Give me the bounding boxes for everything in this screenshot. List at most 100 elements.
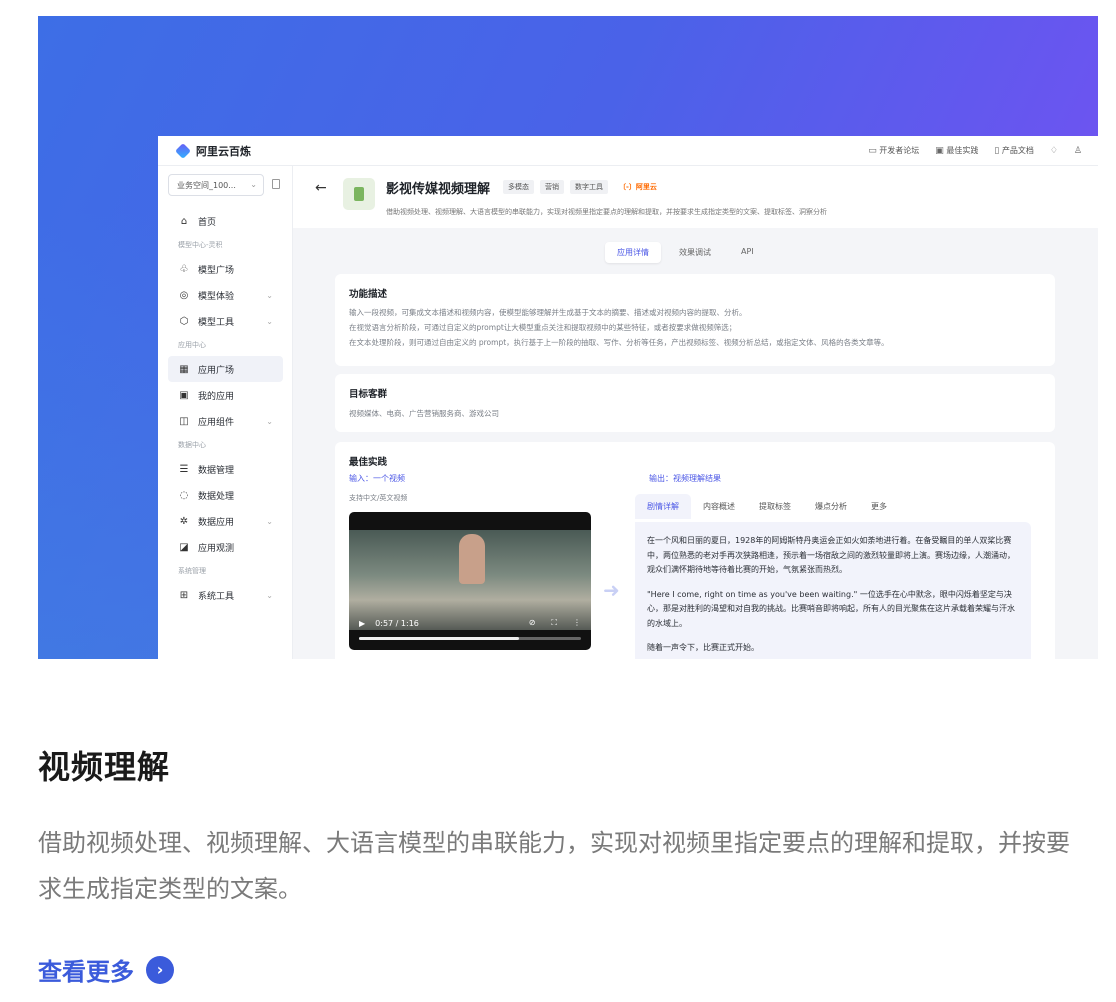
main-content: ← 影视传媒视频理解 多模态 营销 数字工具 〔-〕阿里云 借助视频处理、视频理…: [293, 166, 1098, 659]
tab-plot-detail[interactable]: 剧情详解: [635, 494, 691, 519]
tag: 数字工具: [570, 180, 608, 194]
sidebar-item-label: 系统工具: [198, 591, 235, 602]
sidebar-item-label: 模型广场: [198, 265, 235, 276]
app-tags: 多模态 营销 数字工具 〔-〕阿里云: [503, 180, 662, 194]
app-screenshot: 阿里云百炼 ▭ 开发者论坛 ▣ 最佳实践 ▯ 产品文档 ♢ ♙ 业务空间_100…: [158, 136, 1098, 659]
sidebar-item[interactable]: ♧ 模型广场: [168, 256, 283, 282]
sidebar-item[interactable]: ◪ 应用观测: [168, 534, 283, 560]
output-label: 输出：视频理解结果: [649, 474, 721, 483]
tag: 营销: [540, 180, 564, 194]
app-title: 影视传媒视频理解: [386, 182, 491, 197]
section-description: 借助视频处理、视频理解、大语言模型的串联能力，实现对视频里指定要点的理解和提取，…: [38, 829, 1070, 903]
chevron-down-icon: ⌄: [250, 180, 257, 189]
chevron-right-icon: ›: [146, 955, 174, 984]
chevron-down-icon: ⌄: [266, 316, 273, 326]
tab-summary[interactable]: 内容概述: [691, 494, 747, 519]
practice-link[interactable]: ▣ 最佳实践: [935, 145, 978, 156]
docs-link[interactable]: ▯ 产品文档: [994, 145, 1034, 156]
tab-tags[interactable]: 提取标签: [747, 494, 803, 519]
nav-group-label: 应用中心: [178, 341, 206, 349]
feature-line: 在文本处理阶段，则可通过自由定义的 prompt，执行基于上一阶段的抽取、写作、…: [349, 338, 889, 347]
sidebar-item-label: 我的应用: [198, 391, 235, 402]
see-more-link[interactable]: 查看更多 ›: [38, 952, 174, 987]
nav-icon: ♧: [179, 263, 189, 275]
input-note: 支持中文/英文视频: [349, 494, 408, 502]
brand[interactable]: 阿里云百炼: [175, 143, 251, 159]
nav-icon: ☰: [179, 463, 189, 475]
sidebar-item[interactable]: ✲ 数据应用 ⌄: [168, 508, 283, 534]
nav-icon: ◫: [179, 415, 189, 427]
practice-link-label: 最佳实践: [946, 146, 979, 155]
top-bar: 阿里云百炼 ▭ 开发者论坛 ▣ 最佳实践 ▯ 产品文档 ♢ ♙: [158, 136, 1098, 166]
sidebar-item-label: 应用观测: [198, 543, 235, 554]
tab-app-detail[interactable]: 应用详情: [605, 242, 661, 263]
audience-title: 目标客群: [349, 389, 388, 400]
feature-card: 功能描述 输入一段视频，可集成文本描述和视频内容，使模型能够理解并生成基于文本的…: [335, 274, 1055, 366]
bell-icon[interactable]: ♢: [1050, 146, 1058, 156]
file-icon[interactable]: [272, 179, 280, 189]
output-body: 在一个风和日丽的夏日，1928年的阿姆斯特丹奥运会正如火如荼地进行着。在备受瞩目…: [635, 522, 1031, 659]
sidebar-item[interactable]: ⌂ 首页: [168, 208, 283, 234]
feature-line: 在视觉语言分析阶段，可通过自定义的prompt让大模型重点关注和提取视频中的某些…: [349, 323, 737, 332]
video-player[interactable]: ▶ 0:57 / 1:16 ⊘ ⛶ ⋮: [349, 512, 591, 650]
back-arrow-icon[interactable]: ←: [315, 180, 327, 196]
chevron-down-icon: ⌄: [266, 590, 273, 600]
sidebar-item-label: 数据处理: [198, 491, 235, 502]
app-description: 借助视频处理、视频理解、大语言模型的串联能力，实现对视频里指定要点的理解和提取，…: [386, 208, 827, 216]
audience-text: 视频媒体、电商、广告营销服务商、游戏公司: [349, 409, 499, 418]
docs-link-label: 产品文档: [1001, 146, 1034, 155]
nav-icon: ◎: [179, 289, 189, 301]
nav-group-label: 模型中心-灵积: [178, 241, 223, 249]
sidebar-item[interactable]: ◎ 模型体验 ⌄: [168, 282, 283, 308]
tag: 多模态: [503, 180, 534, 194]
feature-line: 输入一段视频，可集成文本描述和视频内容，使模型能够理解并生成基于文本的摘要、描述…: [349, 308, 747, 317]
workspace-value: 业务空间_100...: [177, 181, 236, 190]
nav-icon: ⌂: [180, 215, 188, 227]
output-panel: 剧情详解 内容概述 提取标签 爆点分析 更多 在一个风和日丽的夏日，1928年的…: [635, 494, 1031, 659]
sidebar-item[interactable]: ⊞ 系统工具 ⌄: [168, 582, 283, 608]
chevron-down-icon: ⌄: [266, 416, 273, 426]
audience-card: 目标客群 视频媒体、电商、广告营销服务商、游戏公司: [335, 374, 1055, 432]
sidebar-item-label: 模型体验: [198, 291, 235, 302]
tab-api[interactable]: API: [729, 242, 766, 263]
tab-debug[interactable]: 效果调试: [667, 242, 723, 263]
vendor-badge: 〔-〕阿里云: [619, 183, 657, 191]
sidebar-item[interactable]: ▣ 我的应用: [168, 382, 283, 408]
sidebar-item-label: 模型工具: [198, 317, 235, 328]
hero-banner: 阿里云百炼 ▭ 开发者论坛 ▣ 最佳实践 ▯ 产品文档 ♢ ♙ 业务空间_100…: [38, 16, 1098, 659]
play-icon[interactable]: ▶: [359, 619, 365, 628]
sidebar-item[interactable]: ⬡ 模型工具 ⌄: [168, 308, 283, 334]
nav-icon: ⊞: [179, 589, 189, 601]
see-more-label: 查看更多: [38, 958, 134, 986]
forum-icon: ▭: [868, 146, 877, 156]
nav-icon: ◌: [179, 489, 189, 501]
tab-more[interactable]: 更多: [859, 494, 899, 519]
sidebar-item[interactable]: ◫ 应用组件 ⌄: [168, 408, 283, 434]
nav-icon: ▦: [179, 363, 189, 375]
input-label: 输入：一个视频: [349, 474, 405, 483]
top-links: ▭ 开发者论坛 ▣ 最佳实践 ▯ 产品文档 ♢ ♙: [868, 145, 1082, 157]
sidebar-item-label: 数据管理: [198, 465, 235, 476]
sidebar-item-label: 应用组件: [198, 417, 235, 428]
workspace-select[interactable]: 业务空间_100... ⌄: [168, 174, 264, 196]
mute-icon[interactable]: ⊘: [529, 618, 536, 628]
app-icon: [343, 178, 375, 210]
sidebar-item[interactable]: ◌ 数据处理: [168, 482, 283, 508]
forum-link[interactable]: ▭ 开发者论坛: [868, 145, 919, 156]
sidebar-nav: ⌂ 首页 模型中心-灵积 ♧ 模型广场 ◎ 模型体验 ⌄ ⬡ 模型工具 ⌄ 应用中心 ▦ 应用广场 ▣ 我的应…: [168, 208, 283, 608]
image-icon: ▣: [935, 146, 944, 156]
section-headline: 视频理解: [38, 748, 171, 786]
arrow-right-icon: ➜: [603, 578, 620, 602]
sidebar-item-label: 数据应用: [198, 517, 235, 528]
more-vert-icon[interactable]: ⋮: [573, 618, 581, 628]
video-controls: ▶ 0:57 / 1:16 ⊘ ⛶ ⋮: [359, 618, 581, 628]
user-icon[interactable]: ♙: [1074, 146, 1082, 156]
fullscreen-icon[interactable]: ⛶: [551, 618, 557, 628]
forum-link-label: 开发者论坛: [879, 146, 920, 155]
nav-icon: ◪: [179, 541, 189, 553]
sidebar-item[interactable]: ☰ 数据管理: [168, 456, 283, 482]
video-progress-fill: [359, 637, 519, 640]
tab-highlights[interactable]: 爆点分析: [803, 494, 859, 519]
video-progress-bar[interactable]: [359, 637, 581, 640]
sidebar-item[interactable]: ▦ 应用广场: [168, 356, 283, 382]
